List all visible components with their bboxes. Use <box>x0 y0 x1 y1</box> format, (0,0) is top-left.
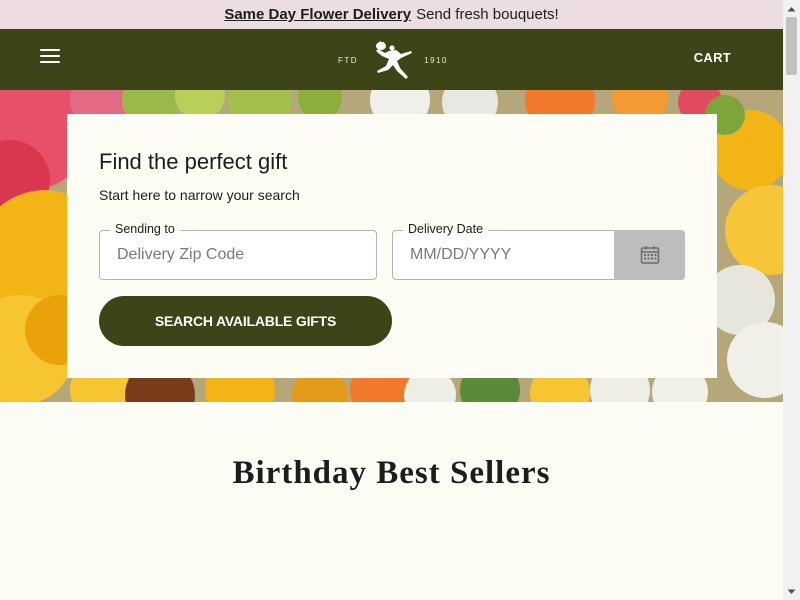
menu-icon[interactable] <box>40 49 60 65</box>
search-available-gifts-button[interactable]: Search available gifts <box>99 296 392 346</box>
calendar-button[interactable] <box>614 230 685 280</box>
vertical-scrollbar[interactable] <box>783 0 800 600</box>
scrollbar-thumb[interactable] <box>786 17 797 75</box>
same-day-delivery-link[interactable]: Same Day Flower Delivery <box>224 6 411 23</box>
ftd-logo[interactable]: FTD 1910 <box>338 35 448 85</box>
logo-year-text: 1910 <box>424 55 448 65</box>
promo-bar: Same Day Flower Delivery Send fresh bouq… <box>0 0 783 29</box>
gift-search-card: Find the perfect gift Start here to narr… <box>67 114 717 378</box>
site-header: FTD 1910 CART <box>0 29 783 90</box>
scroll-down-arrow-icon[interactable] <box>783 583 800 600</box>
section-title-birthday-best-sellers: Birthday Best Sellers <box>232 455 551 491</box>
zip-code-field: Sending to <box>99 222 377 280</box>
calendar-icon <box>640 246 659 264</box>
zip-code-input[interactable] <box>101 232 375 278</box>
logo-ftd-text: FTD <box>338 55 359 65</box>
delivery-date-field: Delivery Date <box>392 222 685 280</box>
cart-link[interactable]: CART <box>694 50 731 65</box>
mercury-man-icon <box>376 40 413 79</box>
search-subtitle: Start here to narrow your search <box>99 187 300 203</box>
scroll-up-arrow-icon[interactable] <box>783 0 800 17</box>
search-title: Find the perfect gift <box>99 149 288 174</box>
delivery-date-input[interactable] <box>394 232 614 278</box>
promo-text: Send fresh bouquets! <box>416 6 559 23</box>
